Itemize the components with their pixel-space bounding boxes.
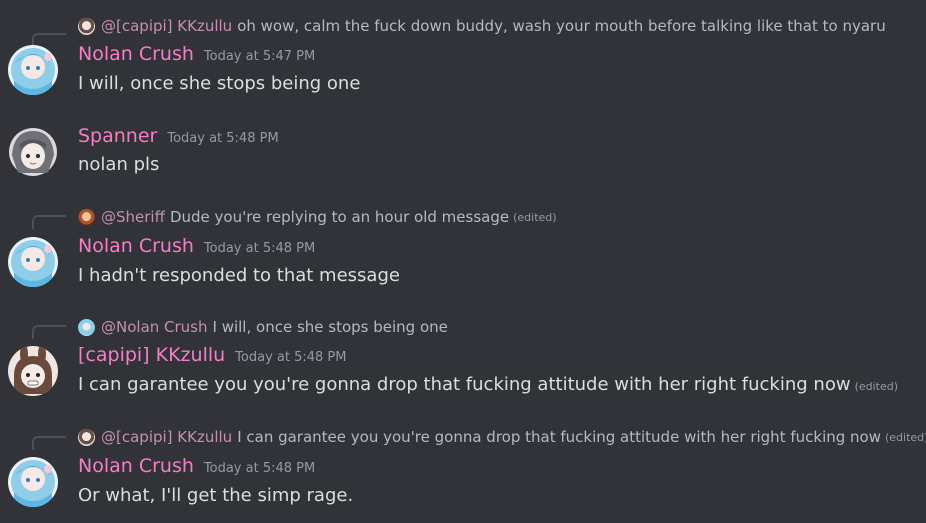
message-header: Nolan Crush Today at 5:48 PM <box>78 235 315 261</box>
message-content: I hadn't responded to that message <box>78 265 400 286</box>
message-text: I will, once she stops being one <box>78 73 361 94</box>
message-content: nolan pls <box>78 154 159 175</box>
reply-author[interactable]: @Nolan Crush <box>101 318 208 336</box>
message-content: Or what, I'll get the simp rage. <box>78 485 353 506</box>
reply-spine <box>32 436 66 450</box>
timestamp[interactable]: Today at 5:48 PM <box>167 131 278 146</box>
anime-girl-blue-avatar-icon <box>8 45 58 95</box>
message-text: Or what, I'll get the simp rage. <box>78 485 354 506</box>
reply-avatar-kkzullu[interactable] <box>78 17 95 35</box>
username[interactable]: Spanner <box>78 125 157 147</box>
reply-avatar-kkzullu[interactable] <box>78 428 95 446</box>
reply-spine <box>32 325 66 339</box>
message-text: nolan pls <box>78 154 160 175</box>
edited-label: (edited) <box>513 210 557 224</box>
reply-text[interactable]: oh wow, calm the fuck down buddy, wash y… <box>237 17 886 35</box>
message-header: [capipi] KKzullu Today at 5:48 PM <box>78 344 346 370</box>
avatar[interactable] <box>8 237 58 287</box>
message-header: Spanner Today at 5:48 PM <box>78 125 279 151</box>
message-content: I can garantee you you're gonna drop tha… <box>78 374 898 395</box>
reply-author[interactable]: @[capipi] KKzullu <box>101 428 232 446</box>
avatar[interactable] <box>8 346 58 396</box>
timestamp[interactable]: Today at 5:48 PM <box>204 461 315 476</box>
anime-girl-bunny-ears-avatar-icon <box>8 346 58 396</box>
message-text: I can garantee you you're gonna drop tha… <box>78 374 851 395</box>
reply-preview[interactable]: @Nolan Crush I will, once she stops bein… <box>78 317 448 337</box>
avatar[interactable] <box>8 45 58 95</box>
avatar[interactable] <box>8 457 58 507</box>
reply-avatar-nolan-crush[interactable] <box>78 318 95 336</box>
reply-avatar-sheriff[interactable] <box>78 208 95 226</box>
reply-text[interactable]: I will, once she stops being one <box>213 318 448 336</box>
timestamp[interactable]: Today at 5:47 PM <box>204 49 315 64</box>
timestamp[interactable]: Today at 5:48 PM <box>204 241 315 256</box>
message-text: I hadn't responded to that message <box>78 265 400 286</box>
anime-girl-blue-avatar-icon <box>8 457 58 507</box>
reply-spine <box>32 215 66 229</box>
reply-text[interactable]: Dude you're replying to an hour old mess… <box>170 208 509 226</box>
message-header: Nolan Crush Today at 5:47 PM <box>78 43 315 69</box>
message-header: Nolan Crush Today at 5:48 PM <box>78 455 315 481</box>
reply-text[interactable]: I can garantee you you're gonna drop tha… <box>237 428 881 446</box>
message-content: I will, once she stops being one <box>78 73 360 94</box>
username[interactable]: Nolan Crush <box>78 43 194 65</box>
edited-label: (edited) <box>884 430 926 444</box>
anime-girl-gray-hair-avatar-icon <box>8 127 58 177</box>
timestamp[interactable]: Today at 5:48 PM <box>235 350 346 365</box>
reply-author[interactable]: @[capipi] KKzullu <box>101 17 232 35</box>
username[interactable]: Nolan Crush <box>78 235 194 257</box>
username[interactable]: [capipi] KKzullu <box>78 344 225 366</box>
reply-preview[interactable]: @[capipi] KKzullu I can garantee you you… <box>78 427 926 447</box>
anime-girl-blue-avatar-icon <box>8 237 58 287</box>
edited-label: (edited) <box>854 380 899 393</box>
username[interactable]: Nolan Crush <box>78 455 194 477</box>
reply-author[interactable]: @Sheriff <box>101 208 165 226</box>
reply-preview[interactable]: @[capipi] KKzullu oh wow, calm the fuck … <box>78 16 886 36</box>
reply-preview[interactable]: @Sheriff Dude you're replying to an hour… <box>78 207 557 227</box>
avatar[interactable] <box>8 127 58 177</box>
